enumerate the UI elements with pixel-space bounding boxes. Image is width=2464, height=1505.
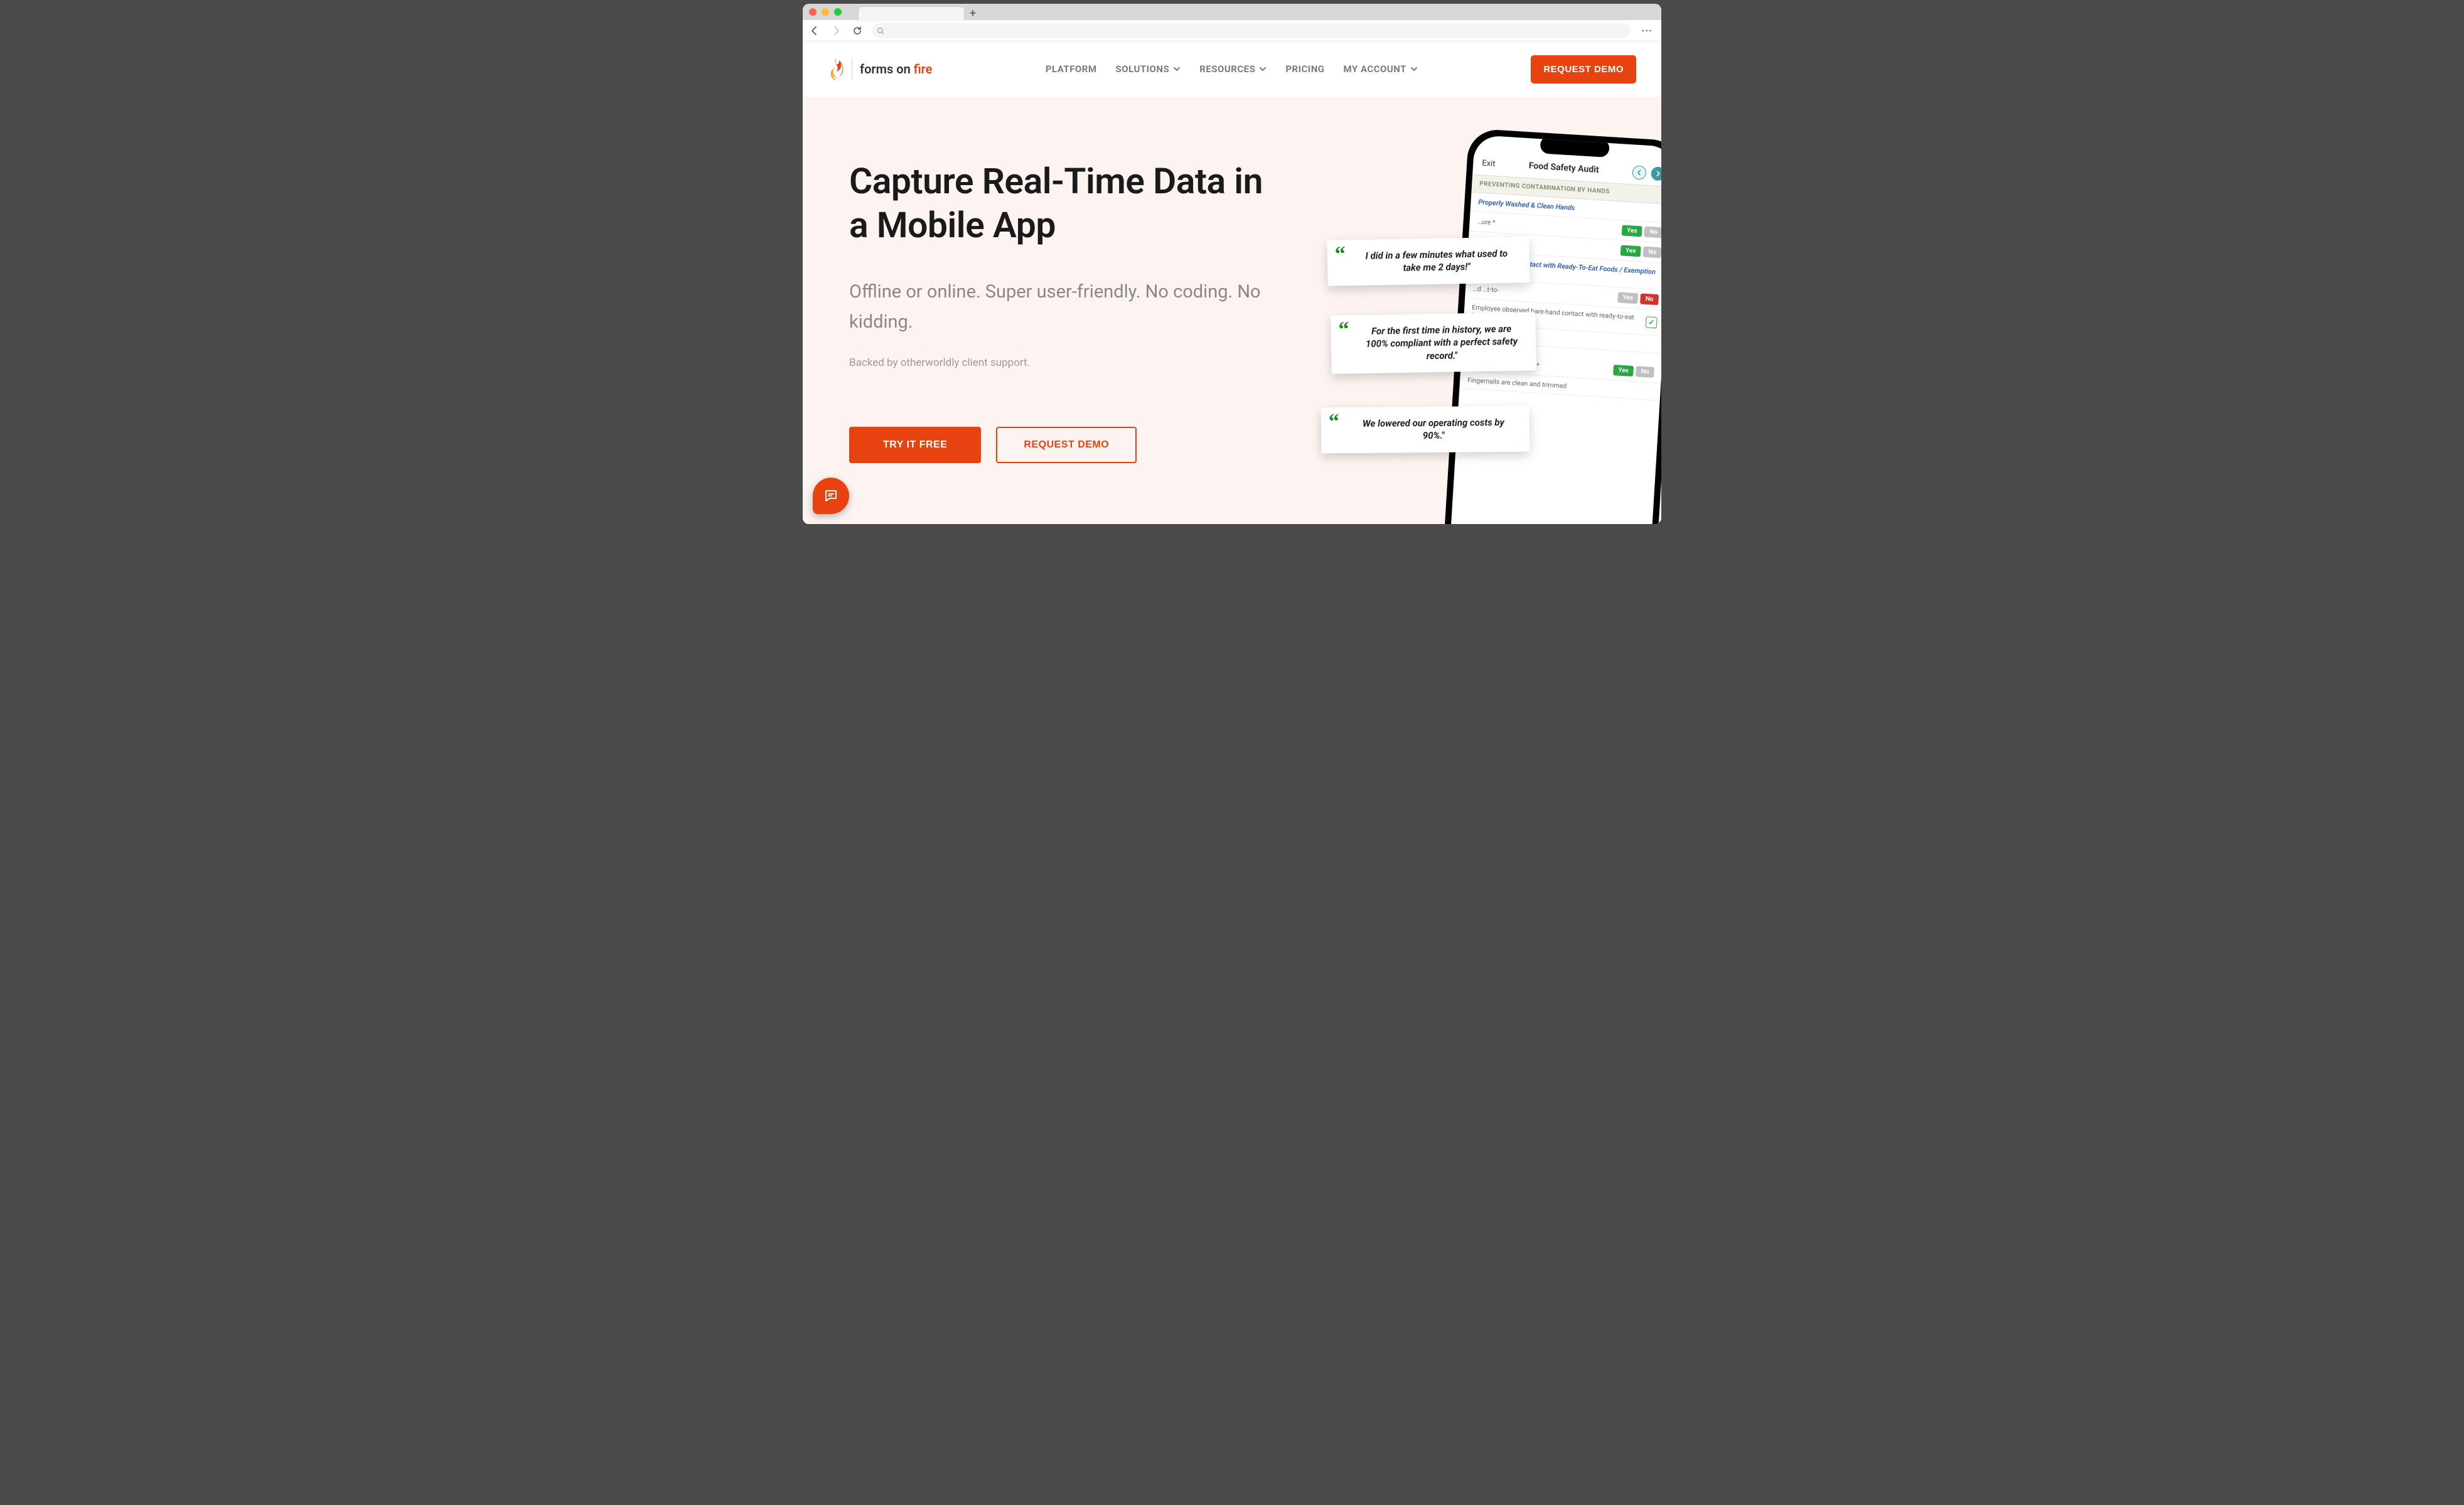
brand-text-part1: forms on bbox=[860, 62, 914, 77]
back-button[interactable] bbox=[808, 24, 822, 38]
flame-icon bbox=[828, 56, 844, 82]
testimonial-text: We lowered our operating costs by 90%." bbox=[1363, 417, 1504, 441]
no-pill[interactable]: No bbox=[1636, 366, 1654, 378]
testimonial-card: “ We lowered our operating costs by 90%.… bbox=[1321, 406, 1530, 453]
traffic-lights bbox=[809, 8, 842, 16]
try-it-free-button[interactable]: TRY IT FREE bbox=[849, 427, 981, 463]
checkbox-checked[interactable]: ✓ bbox=[1646, 316, 1658, 328]
battery-icon bbox=[1652, 135, 1661, 138]
yes-pill[interactable]: Yes bbox=[1617, 292, 1638, 304]
phone-status-icons bbox=[1629, 135, 1661, 138]
hero-support-text: Backed by otherworldly client support. bbox=[849, 356, 1276, 369]
page-content: forms on fire PLATFORM SOLUTIONS RESOURC… bbox=[803, 41, 1661, 524]
quote-icon: “ bbox=[1338, 319, 1349, 340]
nav-label: PLATFORM bbox=[1046, 63, 1097, 75]
prev-page-button[interactable] bbox=[1632, 165, 1646, 179]
hero-visual: 6:36 Exit Food bbox=[1276, 128, 1661, 524]
nav-my-account[interactable]: MY ACCOUNT bbox=[1344, 63, 1418, 75]
field-label: …d …t-to- bbox=[1473, 284, 1615, 301]
no-pill[interactable]: No bbox=[1643, 247, 1661, 259]
maximize-window-button[interactable] bbox=[834, 8, 842, 16]
wifi-icon bbox=[1641, 135, 1650, 137]
testimonial-text: I did in a few minutes what used to take… bbox=[1365, 248, 1508, 274]
close-window-button[interactable] bbox=[809, 8, 817, 16]
browser-tab[interactable] bbox=[858, 6, 965, 21]
search-icon bbox=[877, 27, 884, 35]
yes-pill[interactable]: Yes bbox=[1613, 365, 1634, 377]
field-label: …ure * bbox=[1477, 217, 1619, 234]
nav-label: SOLUTIONS bbox=[1116, 63, 1170, 75]
phone-status-bar: 6:36 bbox=[1476, 135, 1661, 141]
request-demo-hero-button[interactable]: REQUEST DEMO bbox=[996, 427, 1137, 463]
quote-icon: “ bbox=[1329, 411, 1339, 432]
window-titlebar: + bbox=[803, 4, 1661, 20]
nav-pricing[interactable]: PRICING bbox=[1285, 63, 1324, 75]
quote-icon: “ bbox=[1334, 244, 1346, 265]
nav-solutions[interactable]: SOLUTIONS bbox=[1116, 63, 1181, 75]
app-nav-arrows bbox=[1632, 165, 1661, 181]
cta-row: TRY IT FREE REQUEST DEMO bbox=[849, 427, 1276, 463]
brand-logo[interactable]: forms on fire bbox=[828, 56, 932, 82]
forward-button[interactable] bbox=[829, 24, 843, 38]
hero-section: Capture Real-Time Data in a Mobile App O… bbox=[803, 97, 1661, 524]
app-exit-button[interactable]: Exit bbox=[1482, 158, 1496, 168]
chat-icon bbox=[823, 488, 838, 503]
nav-label: PRICING bbox=[1285, 63, 1324, 75]
reload-button[interactable] bbox=[850, 24, 864, 38]
browser-frame: + ··· bbox=[799, 0, 1665, 528]
testimonial-text: For the first time in history, we are 10… bbox=[1366, 323, 1518, 362]
testimonial-card: “ For the first time in history, we are … bbox=[1331, 312, 1536, 373]
no-pill[interactable]: No bbox=[1640, 293, 1659, 305]
site-header: forms on fire PLATFORM SOLUTIONS RESOURC… bbox=[803, 41, 1661, 97]
app-title: Food Safety Audit bbox=[1528, 161, 1599, 175]
brand-text: forms on fire bbox=[860, 62, 932, 77]
main-nav: PLATFORM SOLUTIONS RESOURCES PRICING MY … bbox=[1046, 63, 1418, 75]
hero-subheading: Offline or online. Super user-friendly. … bbox=[849, 277, 1276, 338]
chevron-down-icon bbox=[1259, 65, 1267, 73]
testimonial-card: “ I did in a few minutes what used to ta… bbox=[1327, 237, 1529, 286]
minimize-window-button[interactable] bbox=[822, 8, 829, 16]
hero-copy: Capture Real-Time Data in a Mobile App O… bbox=[849, 128, 1276, 524]
signal-icon bbox=[1629, 135, 1639, 136]
nav-label: MY ACCOUNT bbox=[1344, 63, 1406, 75]
brand-text-part2: fire bbox=[914, 62, 933, 77]
yes-pill[interactable]: Yes bbox=[1622, 225, 1642, 237]
browser-inner: + ··· bbox=[803, 4, 1661, 524]
nav-label: RESOURCES bbox=[1199, 63, 1255, 75]
browser-toolbar: ··· bbox=[803, 20, 1661, 41]
yes-pill[interactable]: Yes bbox=[1620, 245, 1641, 257]
tab-bar: + bbox=[858, 6, 976, 21]
nav-resources[interactable]: RESOURCES bbox=[1199, 63, 1267, 75]
request-demo-header-button[interactable]: REQUEST DEMO bbox=[1531, 55, 1636, 83]
chevron-down-icon bbox=[1173, 65, 1181, 73]
next-page-button[interactable] bbox=[1651, 166, 1661, 181]
browser-menu-button[interactable]: ··· bbox=[1638, 24, 1656, 36]
no-pill[interactable]: No bbox=[1644, 227, 1661, 238]
chevron-down-icon bbox=[1410, 65, 1418, 73]
nav-platform[interactable]: PLATFORM bbox=[1046, 63, 1097, 75]
new-tab-button[interactable]: + bbox=[970, 8, 976, 19]
hero-heading: Capture Real-Time Data in a Mobile App bbox=[849, 159, 1276, 247]
chat-widget-button[interactable] bbox=[813, 478, 849, 514]
address-bar[interactable] bbox=[872, 23, 1631, 38]
